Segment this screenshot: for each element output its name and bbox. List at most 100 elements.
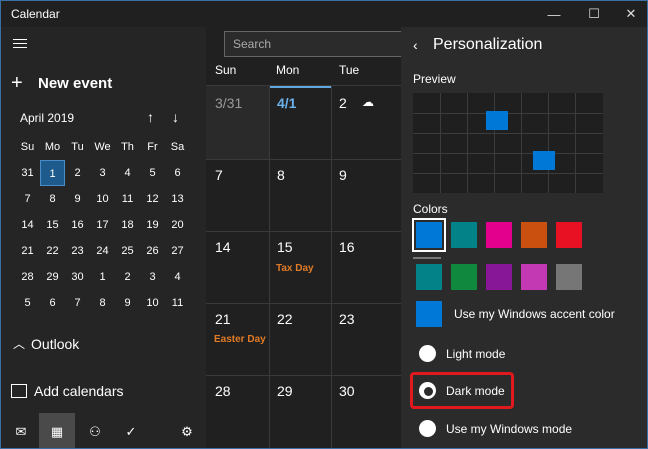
- mini-calendar-day[interactable]: 27: [165, 238, 190, 264]
- mini-calendar-day[interactable]: 3: [90, 160, 115, 186]
- mini-calendar-day[interactable]: 9: [115, 290, 140, 316]
- day-cell[interactable]: 3/31: [215, 95, 242, 111]
- windows-mode-radio[interactable]: Use my Windows mode: [419, 420, 572, 437]
- mini-calendar-day[interactable]: 4: [115, 160, 140, 186]
- maximize-button[interactable]: ☐: [574, 1, 614, 27]
- day-cell[interactable]: 29: [277, 383, 293, 399]
- mini-calendar-day[interactable]: 18: [115, 212, 140, 238]
- day-cell[interactable]: 16: [339, 239, 355, 255]
- mini-calendar-day[interactable]: 23: [65, 238, 90, 264]
- mini-calendar-day[interactable]: 16: [65, 212, 90, 238]
- calendar-window: Calendar — ☐ ✕ + New event April 2019 ↑ …: [0, 0, 648, 449]
- mini-calendar-day[interactable]: 4: [165, 264, 190, 290]
- light-mode-radio[interactable]: Light mode: [419, 345, 505, 362]
- cloud-weather-icon: ☁: [362, 95, 374, 109]
- color-swatch[interactable]: [416, 264, 442, 290]
- mini-calendar-day[interactable]: 28: [15, 264, 40, 290]
- mini-calendar-day[interactable]: 5: [140, 160, 165, 186]
- day-cell[interactable]: 9: [339, 167, 347, 183]
- day-cell[interactable]: 28: [215, 383, 231, 399]
- mini-calendar-day[interactable]: 6: [40, 290, 65, 316]
- mini-calendar-day[interactable]: 11: [165, 290, 190, 316]
- mini-calendar-day[interactable]: 29: [40, 264, 65, 290]
- mini-calendar-day[interactable]: 1: [90, 264, 115, 290]
- color-swatch[interactable]: [556, 222, 582, 248]
- mini-calendar-day[interactable]: 1: [40, 160, 65, 186]
- add-calendars-button[interactable]: Add calendars: [11, 383, 124, 399]
- todo-icon[interactable]: ✓: [113, 413, 149, 448]
- minimize-button[interactable]: —: [534, 1, 574, 27]
- grid-line: [206, 303, 401, 304]
- calendar-icon[interactable]: ▦: [39, 413, 75, 448]
- mini-calendar-day[interactable]: 25: [115, 238, 140, 264]
- event-tax-day[interactable]: Tax Day: [276, 263, 314, 274]
- weekday-head: Sa: [170, 141, 185, 153]
- mini-calendar-day[interactable]: 14: [15, 212, 40, 238]
- new-event-button[interactable]: + New event: [11, 71, 112, 95]
- color-swatch[interactable]: [451, 222, 477, 248]
- swatch-divider: [413, 257, 441, 259]
- arrow-down-icon[interactable]: ↓: [172, 109, 179, 125]
- mini-calendar-day[interactable]: 7: [65, 290, 90, 316]
- outlook-account-toggle[interactable]: ︿ Outlook: [13, 335, 79, 352]
- window-title: Calendar: [11, 7, 60, 21]
- mail-icon[interactable]: ✉: [3, 413, 39, 448]
- arrow-up-icon[interactable]: ↑: [147, 109, 154, 125]
- mini-calendar-day[interactable]: 10: [90, 186, 115, 212]
- mini-calendar-day[interactable]: 11: [115, 186, 140, 212]
- day-cell[interactable]: 14: [215, 239, 231, 255]
- mini-calendar-day[interactable]: 7: [15, 186, 40, 212]
- day-cell[interactable]: 8: [277, 167, 285, 183]
- day-cell[interactable]: 7: [215, 167, 223, 183]
- mini-calendar-day[interactable]: 2: [115, 264, 140, 290]
- mini-calendar-day[interactable]: 13: [165, 186, 190, 212]
- mini-calendar-day[interactable]: 5: [15, 290, 40, 316]
- day-cell[interactable]: 2: [339, 95, 347, 111]
- gear-icon[interactable]: ⚙: [169, 413, 205, 448]
- search-input[interactable]: Search: [224, 31, 424, 57]
- color-swatch[interactable]: [486, 222, 512, 248]
- back-arrow-icon[interactable]: ‹: [413, 37, 418, 53]
- mini-calendar-day[interactable]: 8: [90, 290, 115, 316]
- mini-calendar-day[interactable]: 31: [15, 160, 40, 186]
- mini-calendar-day[interactable]: 30: [65, 264, 90, 290]
- day-cell-today[interactable]: 4/1: [277, 95, 296, 111]
- mini-calendar-day[interactable]: 6: [165, 160, 190, 186]
- color-swatch[interactable]: [486, 264, 512, 290]
- day-cell[interactable]: 30: [339, 383, 355, 399]
- color-swatch[interactable]: [521, 264, 547, 290]
- radio-indicator: [419, 420, 436, 437]
- mini-calendar-day[interactable]: 2: [65, 160, 90, 186]
- color-swatch[interactable]: [412, 218, 446, 252]
- preview-accent-block: [533, 151, 555, 170]
- windows-accent-color-option[interactable]: Use my Windows accent color: [416, 301, 615, 327]
- mini-calendar-month[interactable]: April 2019: [20, 111, 74, 125]
- day-cell[interactable]: 22: [277, 311, 293, 327]
- mini-calendar-weekday-row: Su Mo Tu We Th Fr Sa: [15, 134, 191, 160]
- mini-calendar-day[interactable]: 19: [140, 212, 165, 238]
- day-cell[interactable]: 15: [277, 239, 293, 255]
- close-button[interactable]: ✕: [611, 1, 647, 27]
- mini-calendar-day[interactable]: 8: [40, 186, 65, 212]
- mini-calendar-day[interactable]: 15: [40, 212, 65, 238]
- mini-calendar-day[interactable]: 22: [40, 238, 65, 264]
- mini-calendar-day[interactable]: 9: [65, 186, 90, 212]
- mini-calendar-day[interactable]: 20: [165, 212, 190, 238]
- event-easter-day[interactable]: Easter Day: [214, 334, 266, 345]
- day-cell[interactable]: 23: [339, 311, 355, 327]
- mini-calendar-day[interactable]: 24: [90, 238, 115, 264]
- people-icon[interactable]: ⚇: [77, 413, 113, 448]
- mini-calendar-day[interactable]: 12: [140, 186, 165, 212]
- color-swatch[interactable]: [556, 264, 582, 290]
- search-placeholder: Search: [233, 37, 272, 51]
- preview-grid-line: [521, 93, 522, 193]
- mini-calendar-day[interactable]: 17: [90, 212, 115, 238]
- day-cell[interactable]: 21: [215, 311, 231, 327]
- color-swatch[interactable]: [451, 264, 477, 290]
- mini-calendar-day[interactable]: 21: [15, 238, 40, 264]
- mini-calendar-day[interactable]: 3: [140, 264, 165, 290]
- hamburger-menu-icon[interactable]: [13, 39, 27, 49]
- color-swatch[interactable]: [521, 222, 547, 248]
- mini-calendar-day[interactable]: 10: [140, 290, 165, 316]
- mini-calendar-day[interactable]: 26: [140, 238, 165, 264]
